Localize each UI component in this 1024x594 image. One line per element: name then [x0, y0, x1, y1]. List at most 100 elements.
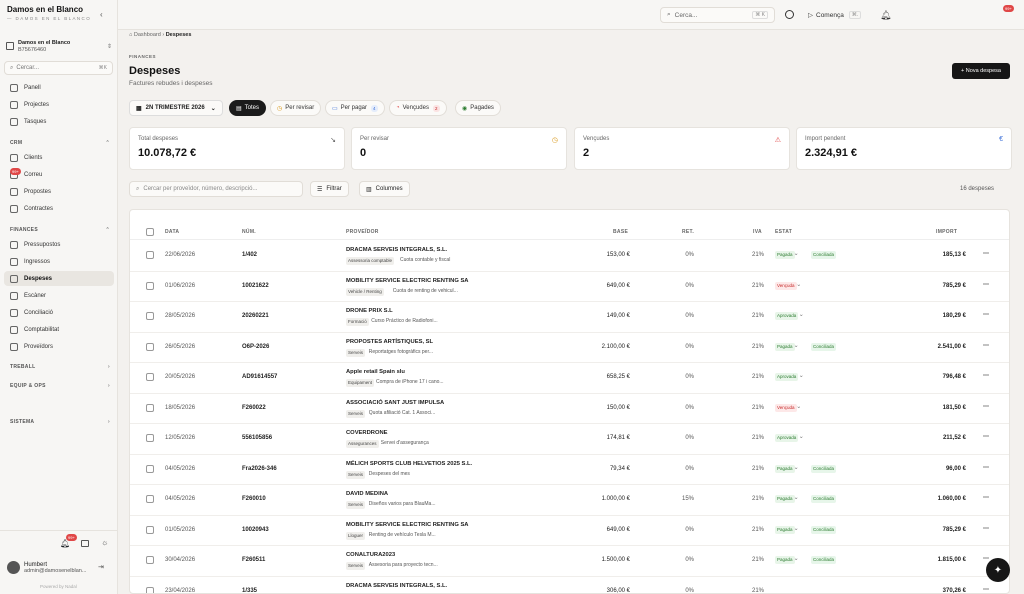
status-badge[interactable]: Aprovada	[775, 373, 799, 381]
status-badge[interactable]: Pagada	[775, 464, 795, 473]
top-search-input[interactable]: ⌕ Cerca... ⌘ K	[660, 7, 775, 23]
row-provider[interactable]: DRONE PRIX S.L	[346, 308, 393, 314]
header-iva[interactable]: IVA	[753, 229, 762, 235]
sidebar-item-clients[interactable]: Clients	[4, 150, 114, 165]
row-provider[interactable]: MOBILITY SERVICE ELECTRIC RENTING SA	[346, 522, 469, 528]
row-provider[interactable]: DRACMA SERVEIS INTEGRALS, S.L.	[346, 583, 447, 589]
sidebar-item-propostes[interactable]: Propostes	[4, 184, 114, 199]
sidebar-item-pressupostos[interactable]: Pressupostos	[4, 237, 114, 252]
status-badge[interactable]: Vençuda	[775, 281, 797, 290]
more-icon[interactable]: ⋯	[983, 281, 989, 288]
row-provider[interactable]: COVERDRONE	[346, 430, 388, 436]
sidebar-item-proveidors[interactable]: Proveïdors	[4, 339, 114, 354]
table-row[interactable]: 01/06/2026 10021622 MOBILITY SERVICE ELECT…	[130, 272, 1009, 302]
row-checkbox[interactable]	[146, 525, 154, 534]
more-icon[interactable]: ⋯	[983, 555, 989, 562]
sidebar-item-ingressos[interactable]: Ingressos	[4, 254, 114, 269]
table-row[interactable]: 28/05/2026 20260221 DRONE PRIX S.L Formació…	[130, 302, 1009, 333]
chevron-down-icon[interactable]: ⌄	[796, 403, 801, 410]
more-icon[interactable]: ⋯	[983, 403, 989, 410]
chevron-down-icon[interactable]: ⌄	[794, 494, 799, 501]
chevron-down-icon[interactable]: ⌄	[796, 281, 801, 288]
new-expense-button[interactable]: + Nova despesa	[952, 63, 1010, 79]
status-badge[interactable]: Pagada	[775, 495, 795, 503]
row-checkbox[interactable]	[146, 312, 154, 320]
table-row[interactable]: 01/05/2026 10020943 MOBILITY SERVICE ELECT…	[130, 516, 1009, 546]
sidebar-section-crm[interactable]: CRM ⌃	[10, 140, 110, 146]
header-ret[interactable]: RET.	[682, 229, 694, 235]
row-checkbox[interactable]	[146, 373, 154, 381]
globe-icon[interactable]	[785, 10, 794, 19]
chevron-down-icon[interactable]: ⌄	[799, 311, 804, 318]
table-row[interactable]: 22/06/2026 1/402 DRACMA SERVEIS INTEGRALS,…	[130, 241, 1009, 272]
more-icon[interactable]: ⋯	[983, 494, 989, 501]
assistant-button[interactable]: ✦	[986, 558, 1010, 582]
sidebar-section-equip[interactable]: EQUIP & OPS ›	[10, 383, 110, 389]
more-icon[interactable]: ⋯	[983, 250, 989, 257]
header-estat[interactable]: ESTAT	[775, 229, 792, 235]
row-checkbox[interactable]	[146, 586, 154, 593]
more-icon[interactable]: ⋯	[983, 586, 989, 593]
row-checkbox[interactable]	[146, 464, 154, 473]
more-icon[interactable]: ⋯	[983, 311, 989, 318]
filter-per-revisar[interactable]: ◷ Per revisar	[270, 100, 322, 116]
row-provider[interactable]: PROPOSTES ARTÍSTIQUES, SL	[346, 339, 433, 345]
sidebar-item-despeses[interactable]: Despeses	[4, 271, 114, 286]
table-row[interactable]: 18/05/2026 F260022 ASSOCIACIÓ SANT JUST IM…	[130, 394, 1009, 424]
table-search-input[interactable]: ⌕ Cercar per proveïdor, número, descripc…	[129, 181, 303, 197]
select-all-checkbox[interactable]	[146, 228, 154, 236]
status-badge[interactable]: Vençuda	[775, 403, 797, 412]
chevron-down-icon[interactable]: ⌄	[799, 372, 804, 379]
bell-icon[interactable]: 🔔︎	[880, 10, 891, 21]
status-badge[interactable]: Pagada	[775, 525, 795, 534]
chevron-down-icon[interactable]: ⌄	[794, 525, 799, 532]
columns-button[interactable]: ▥ Columnes	[359, 181, 410, 197]
sidebar-item-tasques[interactable]: Tasques	[4, 114, 114, 129]
row-provider[interactable]: DRACMA SERVEIS INTEGRALS, S.L.	[346, 247, 447, 253]
sidebar-item-conciliacio[interactable]: Conciliació	[4, 305, 114, 320]
filter-vencudes[interactable]: ◔ Vençudes 2	[389, 100, 447, 116]
table-row[interactable]: 23/04/2026 1/335 DRACMA SERVEIS INTEGRALS,…	[130, 577, 1009, 593]
more-icon[interactable]: ⋯	[983, 342, 989, 349]
row-checkbox[interactable]	[146, 403, 154, 412]
row-provider[interactable]: Apple retail Spain slu	[346, 369, 405, 375]
status-badge[interactable]: Pagada	[775, 251, 795, 259]
row-provider[interactable]: ASSOCIACIÓ SANT JUST IMPULSA	[346, 400, 444, 406]
period-select[interactable]: ▦ 2N TRIMESTRE 2026 ⌄	[129, 100, 223, 116]
status-badge[interactable]: Aprovada	[775, 434, 799, 442]
header-import[interactable]: IMPORT	[936, 229, 957, 235]
row-provider[interactable]: MÉLICH SPORTS CLUB HELVETIOS 2025 S.L.	[346, 461, 472, 467]
more-icon[interactable]: ⋯	[983, 372, 989, 379]
sidebar-search[interactable]: ⌕ Cercar... ⌘K	[4, 61, 113, 75]
sun-icon[interactable]: ☼	[101, 538, 108, 547]
chevron-down-icon[interactable]: ⌄	[794, 464, 799, 471]
row-provider[interactable]: MOBILITY SERVICE ELECTRIC RENTING SA	[346, 278, 469, 284]
header-data[interactable]: DATA	[165, 229, 179, 235]
sidebar-section-treball[interactable]: TREBALL ›	[10, 364, 110, 370]
row-checkbox[interactable]	[146, 434, 154, 442]
table-row[interactable]: 12/05/2026 556105856 COVERDRONE Assegurance…	[130, 424, 1009, 455]
user-profile[interactable]: Humbert admin@damosenelblan...	[7, 561, 86, 574]
sidebar-item-escaner[interactable]: Escàner	[4, 288, 114, 303]
sidebar-item-panell[interactable]: Panell	[4, 80, 114, 95]
status-badge[interactable]: Aprovada	[775, 312, 799, 320]
chevron-down-icon[interactable]: ⌄	[794, 250, 799, 257]
start-button[interactable]: ▷ Comença ⌘.	[808, 8, 862, 22]
row-provider[interactable]: CONALTURA2023	[346, 552, 395, 558]
collapse-sidebar-icon[interactable]: ‹	[100, 10, 103, 19]
header-num[interactable]: NÚM.	[242, 229, 256, 235]
org-switcher[interactable]: Damos en el Blanco B75676460 ⇕	[6, 36, 112, 56]
row-checkbox[interactable]	[146, 342, 154, 351]
row-checkbox[interactable]	[146, 251, 154, 259]
more-icon[interactable]: ⋯	[983, 525, 989, 532]
status-badge[interactable]: Pagada	[775, 556, 795, 564]
sidebar-item-projectes[interactable]: Projectes	[4, 97, 114, 112]
row-provider[interactable]: DAVID MEDINA	[346, 491, 388, 497]
header-base[interactable]: BASE	[613, 229, 628, 235]
sidebar-section-sistema[interactable]: SISTEMA ›	[10, 419, 110, 425]
table-row[interactable]: 20/05/2026 AD91614557 Apple retail Spain s…	[130, 363, 1009, 394]
row-checkbox[interactable]	[146, 281, 154, 290]
more-icon[interactable]: ⋯	[983, 464, 989, 471]
sidebar-item-comptabilitat[interactable]: Comptabilitat	[4, 322, 114, 337]
sidebar-item-contractes[interactable]: Contractes	[4, 201, 114, 216]
